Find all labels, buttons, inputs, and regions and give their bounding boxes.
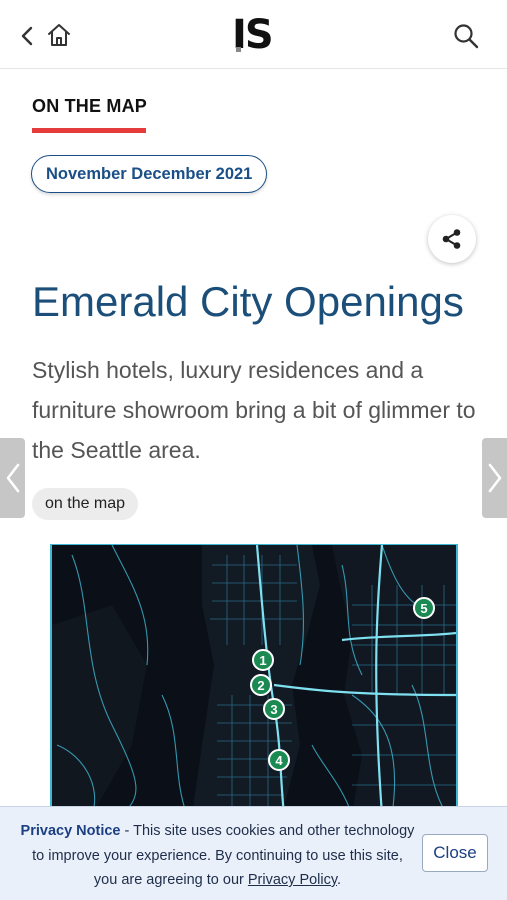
top-navigation-bar: IS (0, 0, 507, 69)
map-pin-1[interactable]: 1 (252, 649, 274, 671)
issue-pill-button[interactable]: November December 2021 (31, 155, 268, 193)
section-label[interactable]: ON THE MAP (32, 96, 147, 117)
back-chevron-icon (21, 26, 33, 46)
map-pin-3[interactable]: 3 (263, 698, 285, 720)
privacy-notice-text: Privacy Notice - This site uses cookies … (20, 819, 415, 893)
map-pin-2[interactable]: 2 (250, 674, 272, 696)
search-button[interactable] (450, 20, 482, 52)
section-underline (32, 128, 146, 133)
share-button[interactable] (428, 215, 476, 263)
page: IS ON THE MAP November December 2021 Eme… (0, 0, 507, 900)
seattle-map-image: 1 2 3 4 5 (50, 544, 458, 814)
map-pin-5[interactable]: 5 (413, 597, 435, 619)
share-icon (442, 229, 461, 249)
home-button[interactable] (44, 20, 74, 50)
privacy-policy-link[interactable]: Privacy Policy (248, 872, 337, 888)
chevron-right-icon (488, 463, 501, 493)
chevron-left-icon (6, 463, 19, 493)
search-icon (454, 24, 479, 49)
logo-accent-dot (236, 47, 241, 52)
topic-tag[interactable]: on the map (32, 488, 139, 520)
privacy-close-button[interactable]: Close (422, 834, 488, 872)
privacy-notice-heading: Privacy Notice (20, 823, 121, 839)
article-subtitle: Stylish hotels, luxury residences and a … (32, 357, 476, 463)
home-icon (48, 24, 70, 46)
back-button[interactable] (14, 22, 40, 50)
map-pin-4[interactable]: 4 (268, 749, 290, 771)
previous-article-button[interactable] (0, 438, 25, 518)
privacy-notice-end: . (337, 872, 342, 888)
next-article-button[interactable] (482, 438, 507, 518)
article-title: Emerald City Openings (32, 278, 464, 325)
